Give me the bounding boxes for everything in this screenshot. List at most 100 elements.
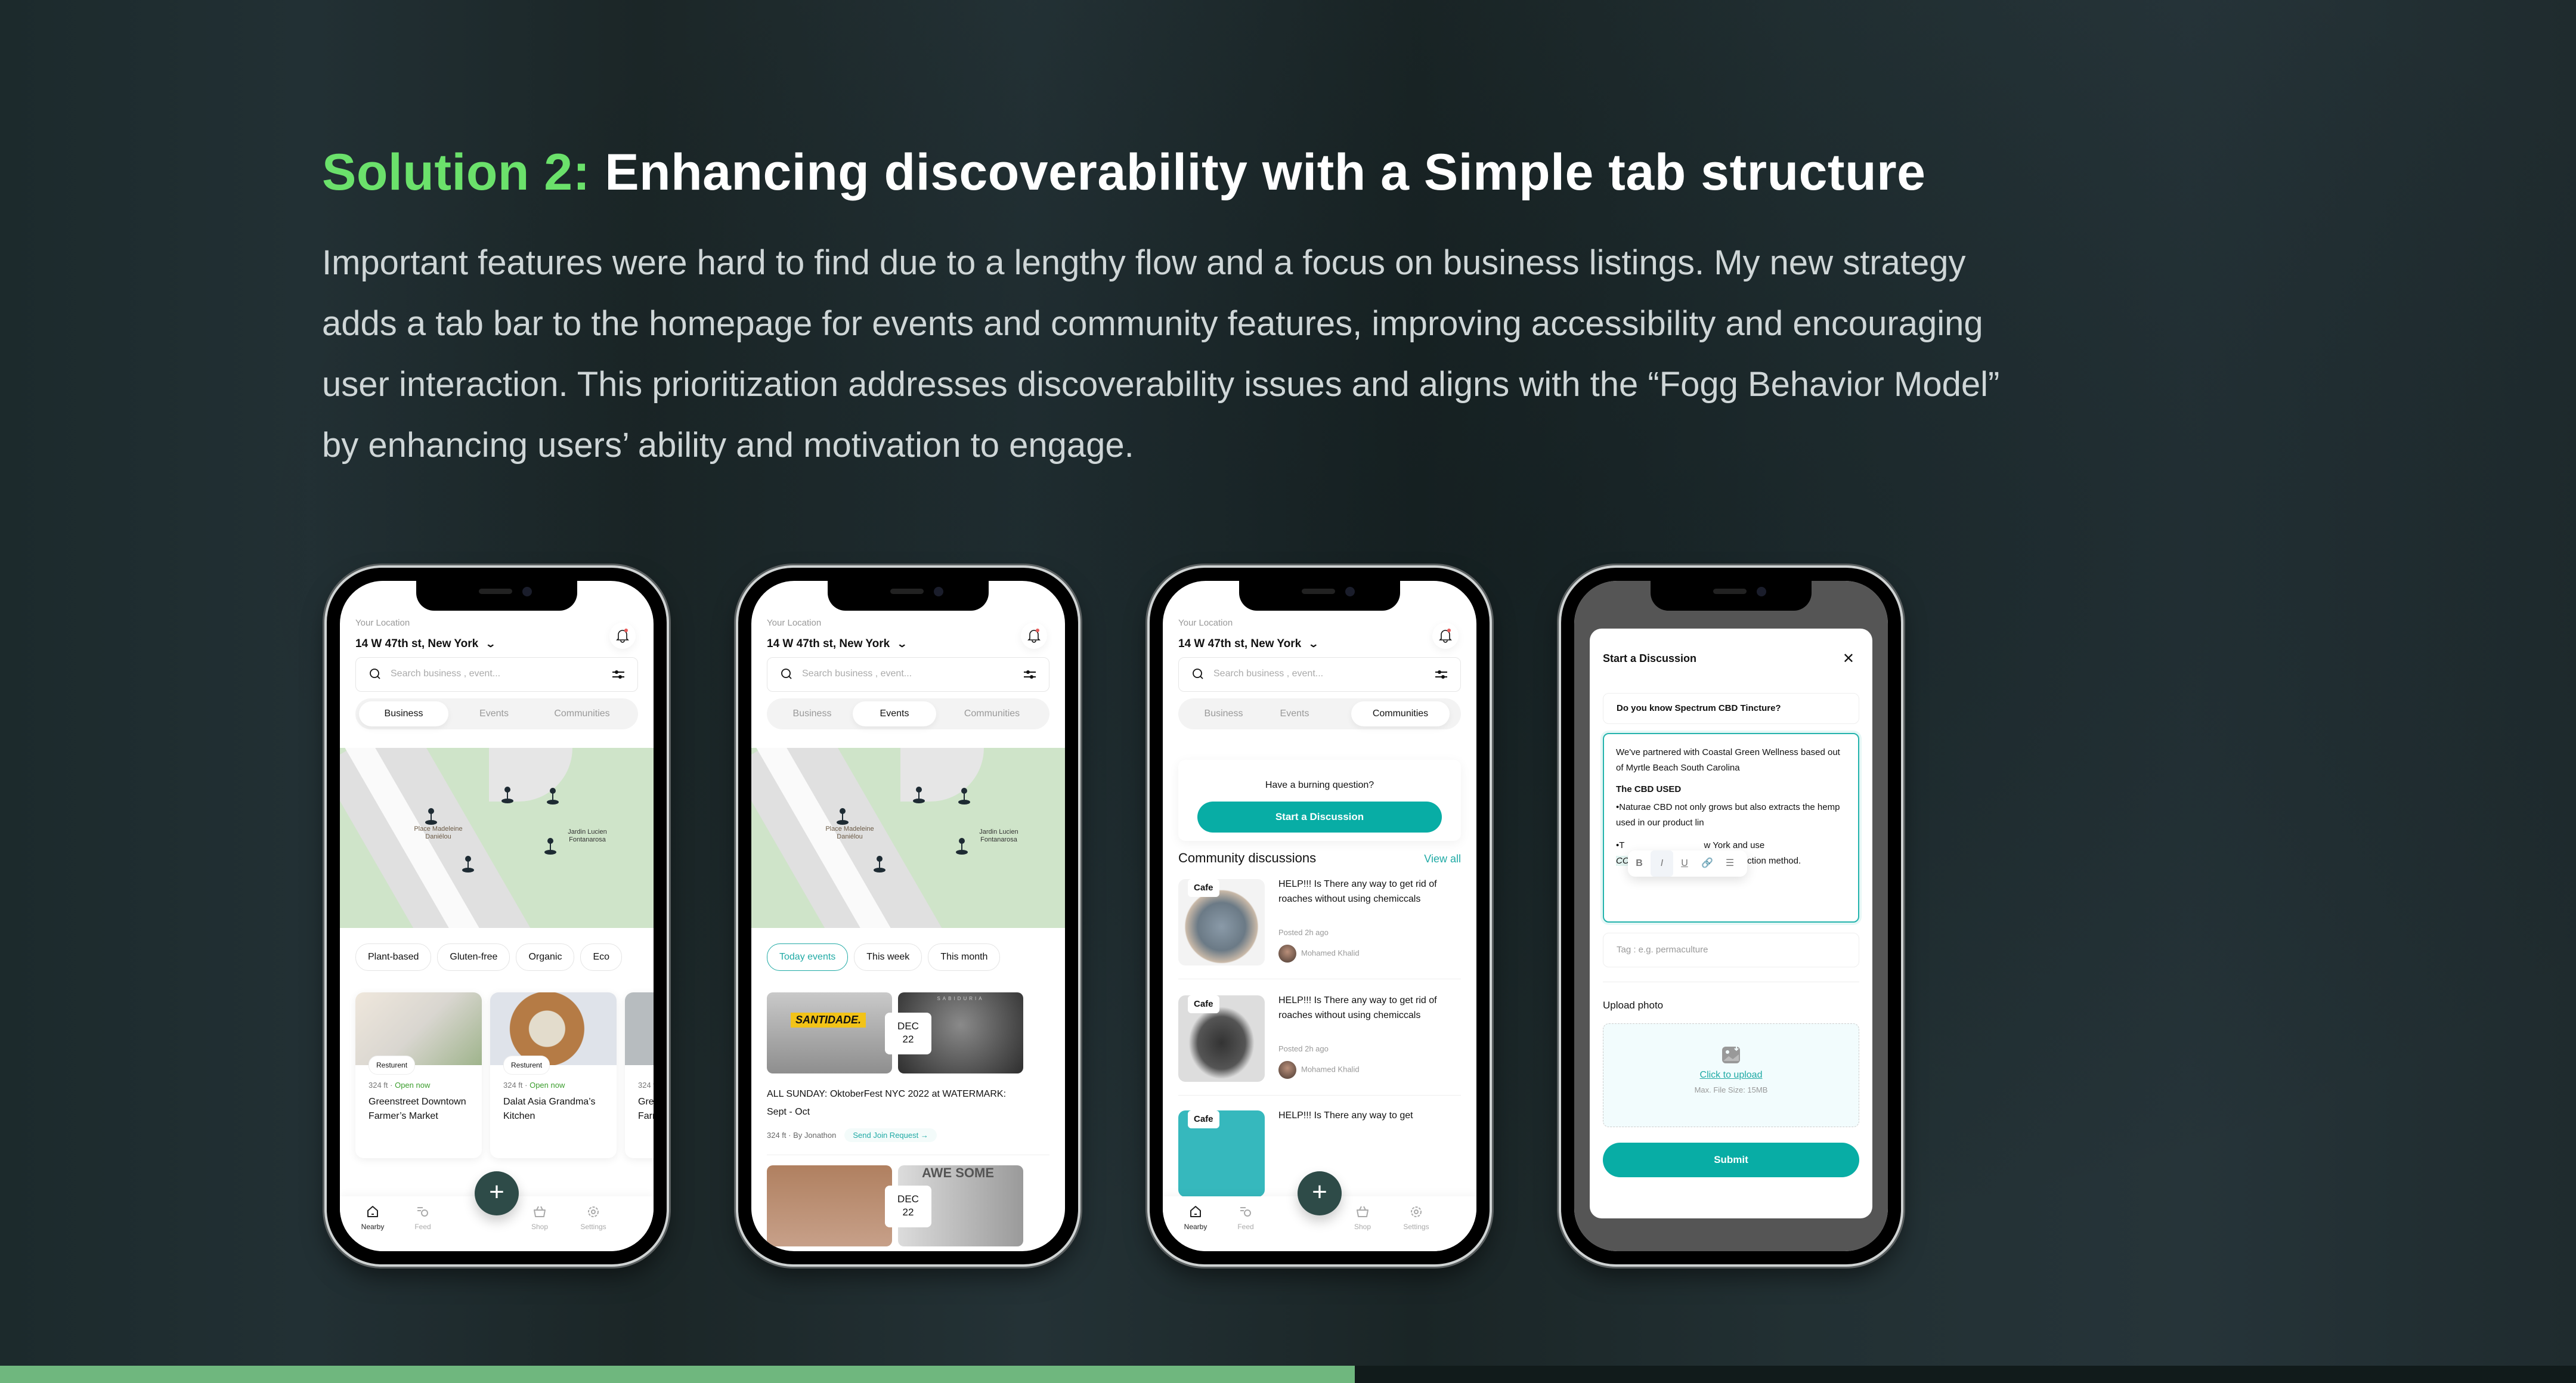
- map-pin-icon[interactable]: [958, 787, 971, 805]
- tab-events[interactable]: Events: [853, 701, 936, 726]
- chip-this-week[interactable]: This week: [854, 943, 922, 971]
- notification-button[interactable]: [1021, 623, 1047, 649]
- tag-input[interactable]: Tag : e.g. permaculture: [1603, 933, 1859, 967]
- map-pin-icon[interactable]: [546, 787, 559, 805]
- italic-button[interactable]: I: [1651, 850, 1673, 877]
- event-card[interactable]: AWE SOME DEC 22: [767, 1165, 1049, 1246]
- search-input[interactable]: Search business , event...: [767, 657, 1049, 692]
- chip[interactable]: Plant-based: [355, 943, 432, 971]
- tab-events[interactable]: Events: [451, 701, 537, 726]
- map-label: Place Madeleine Daniélou: [414, 825, 463, 840]
- notification-button[interactable]: [1432, 623, 1459, 649]
- location-selector[interactable]: 14 W 47th st, New York ⌄: [767, 638, 908, 651]
- bold-button[interactable]: B: [1628, 850, 1651, 877]
- map-view[interactable]: Place Madeleine Daniélou Jardin Lucien F…: [340, 748, 654, 928]
- filter-icon[interactable]: [1023, 669, 1037, 680]
- nav-feed[interactable]: Feed: [1225, 1205, 1267, 1231]
- nav-settings[interactable]: Settings: [572, 1205, 614, 1231]
- chip[interactable]: Organic: [516, 943, 575, 971]
- feed-icon: [417, 1207, 428, 1217]
- map-pin-icon[interactable]: [462, 855, 475, 873]
- business-image: [625, 992, 654, 1065]
- event-poster: [767, 1165, 892, 1246]
- business-image: [490, 992, 617, 1065]
- location-selector[interactable]: 14 W 47th st, New York ⌄: [1178, 638, 1319, 651]
- phone-mockup-events: Your Location 14 W 47th st, New York ⌄ Se…: [738, 568, 1078, 1264]
- search-placeholder: Search business , event...: [391, 669, 501, 679]
- chip-today-events[interactable]: Today events: [767, 943, 849, 971]
- map-pin-icon[interactable]: [425, 807, 438, 825]
- category-tag: Cafe: [1188, 1110, 1219, 1128]
- add-button[interactable]: +: [1298, 1171, 1342, 1215]
- view-all-link[interactable]: View all: [1424, 853, 1461, 865]
- discussion-item[interactable]: Cafe HELP!!! Is There any way to get rid…: [1178, 991, 1461, 1096]
- author: Mohamed Khalid: [1278, 945, 1360, 963]
- discussion-body-editor[interactable]: We've partnered with Coastal Green Welln…: [1603, 733, 1859, 923]
- map-pin-icon[interactable]: [501, 786, 514, 804]
- add-button[interactable]: +: [475, 1171, 519, 1215]
- filter-icon[interactable]: [611, 669, 626, 680]
- map-pin-icon[interactable]: [836, 807, 849, 825]
- map-label: Jardin Lucien Fontanarosa: [568, 828, 607, 843]
- discussion-item[interactable]: Cafe HELP!!! Is There any way to get rid…: [1178, 874, 1461, 979]
- event-title[interactable]: ALL SUNDAY: OktoberFest NYC 2022 at WATE…: [767, 1085, 1017, 1121]
- paragraph-line: Important features were hard to find due…: [322, 243, 1966, 282]
- chip[interactable]: Gluten-free: [437, 943, 510, 971]
- tab-business[interactable]: Business: [770, 701, 854, 726]
- filter-chips: Today events This week This month: [767, 943, 1006, 971]
- send-join-request-button[interactable]: Send Join Request →: [844, 1128, 937, 1142]
- submit-button[interactable]: Submit: [1603, 1143, 1859, 1177]
- start-discussion-button[interactable]: Start a Discussion: [1197, 802, 1442, 833]
- paragraph-line: user interaction. This prioritization ad…: [322, 365, 2000, 404]
- business-card[interactable]: Resturent 324 ft · Open now Dalat Asia G…: [490, 992, 617, 1158]
- nav-shop[interactable]: Shop: [519, 1205, 561, 1231]
- subject-field[interactable]: Do you know Spectrum CBD Tincture?: [1603, 693, 1859, 724]
- business-meta: 324 ft: [638, 1081, 654, 1090]
- map-pin-icon[interactable]: [912, 786, 925, 804]
- search-input[interactable]: Search business , event...: [1178, 657, 1461, 692]
- chip-this-month[interactable]: This month: [928, 943, 1001, 971]
- nav-nearby[interactable]: Nearby: [352, 1205, 394, 1231]
- nav-nearby[interactable]: Nearby: [1175, 1205, 1216, 1231]
- chip[interactable]: Eco: [580, 943, 623, 971]
- location-selector[interactable]: 14 W 47th st, New York ⌄: [355, 638, 496, 651]
- category-tag: Cafe: [1188, 879, 1219, 897]
- event-card[interactable]: SANTIDADE. SABIDURIA DEC 22: [767, 992, 1049, 1073]
- segment-tabs: Business Events Communities: [355, 698, 638, 729]
- tab-communities[interactable]: Communities: [1351, 701, 1450, 726]
- close-icon[interactable]: ✕: [1843, 650, 1854, 667]
- chevron-down-icon: ⌄: [896, 639, 908, 649]
- business-card[interactable]: Resturent 324 ft · Open now Greenstreet …: [355, 992, 482, 1158]
- nav-feed[interactable]: Feed: [402, 1205, 444, 1231]
- segment-tabs: Business Events Communities: [767, 698, 1049, 729]
- underline-button[interactable]: U: [1673, 850, 1696, 877]
- app-screen: Your Location 14 W 47th st, New York ⌄ Se…: [340, 581, 654, 1251]
- start-discussion-modal: Start a Discussion ✕ Do you know Spectru…: [1590, 629, 1872, 1218]
- click-to-upload-link[interactable]: Click to upload: [1603, 1070, 1859, 1081]
- tab-events[interactable]: Events: [1256, 701, 1333, 726]
- nav-shop[interactable]: Shop: [1342, 1205, 1383, 1231]
- map-view[interactable]: Place Madeleine Daniélou Jardin Lucien F…: [751, 748, 1065, 928]
- business-card[interactable]: 324 ft Greenstreet Downtown Farmer’s Mar…: [625, 992, 654, 1158]
- location-value: 14 W 47th st, New York: [1178, 638, 1302, 650]
- search-placeholder: Search business , event...: [802, 669, 912, 679]
- category-tag: Cafe: [1188, 995, 1219, 1013]
- notification-button[interactable]: [609, 623, 636, 649]
- list-icon[interactable]: ☰: [1719, 850, 1741, 877]
- tab-communities[interactable]: Communities: [946, 701, 1038, 726]
- divider: [1178, 1095, 1461, 1096]
- search-input[interactable]: Search business , event...: [355, 657, 638, 692]
- filter-icon[interactable]: [1434, 669, 1448, 680]
- upload-dropzone[interactable]: Click to upload Max. File Size: 15MB: [1603, 1023, 1859, 1127]
- map-pin-icon[interactable]: [544, 837, 557, 855]
- filter-chips: Plant-based Gluten-free Organic Eco: [355, 943, 628, 971]
- discussion-title: HELP!!! Is There any way to get rid of r…: [1278, 995, 1437, 1020]
- tab-business[interactable]: Business: [1182, 701, 1265, 726]
- link-icon[interactable]: 🔗: [1696, 850, 1719, 877]
- tab-communities[interactable]: Communities: [537, 701, 627, 726]
- nav-settings[interactable]: Settings: [1395, 1205, 1437, 1231]
- map-pin-icon[interactable]: [955, 837, 968, 855]
- map-pin-icon[interactable]: [873, 855, 886, 873]
- tab-business[interactable]: Business: [359, 701, 448, 726]
- paragraph-line: adds a tab bar to the homepage for event…: [322, 304, 1983, 343]
